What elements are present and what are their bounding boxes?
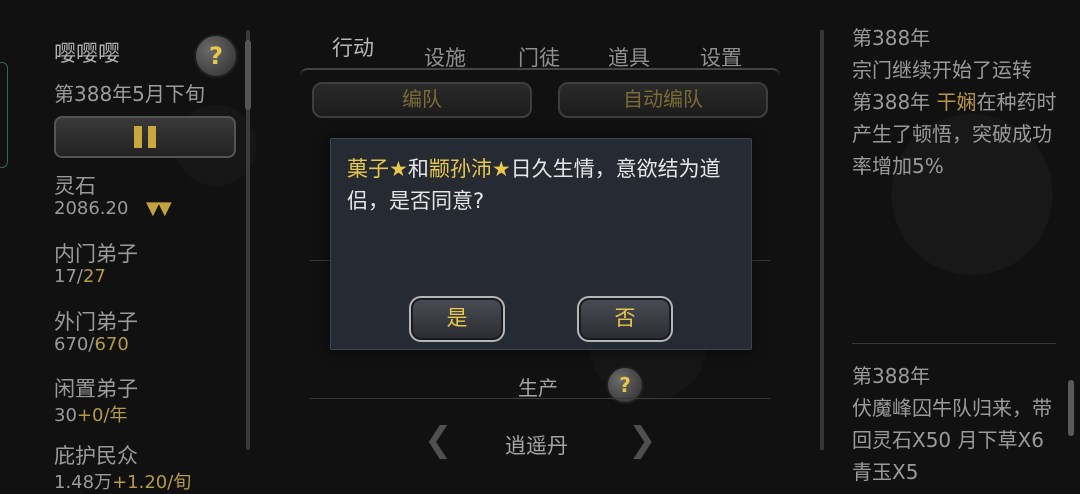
no-button[interactable]: 否 xyxy=(577,296,673,342)
tab-items[interactable]: 道具 xyxy=(608,42,650,72)
help-icon[interactable]: ? xyxy=(194,34,238,78)
prev-arrow-icon[interactable]: ❮ xyxy=(424,420,453,460)
team-button[interactable]: 编队 xyxy=(312,82,532,118)
stat-value-sheltered-people: 1.48万+1.20/旬 xyxy=(54,472,192,493)
production-item-name: 逍遥丹 xyxy=(505,434,568,458)
dialog-message: 菓子★和颛孙沛★日久生情，意欲结为道侣，是否同意? xyxy=(347,157,721,213)
section-title-production: 生产 xyxy=(518,376,558,400)
stat-value-inner-disciples: 17/27 xyxy=(54,266,106,287)
stat-label-outer-disciples: 外门弟子 xyxy=(54,310,138,334)
tab-action[interactable]: 行动 xyxy=(332,32,374,62)
confirm-dialog: 菓子★和颛孙沛★日久生情，意欲结为道侣，是否同意? 是 否 xyxy=(330,138,752,350)
yes-button[interactable]: 是 xyxy=(409,296,505,342)
sect-name: 嘤嘤嘤 xyxy=(54,42,121,67)
stat-label-idle-disciples: 闲置弟子 xyxy=(54,377,138,401)
stat-value-outer-disciples: 670/670 xyxy=(54,334,129,355)
log-entry: 第388年 宗门继续开始了运转 第388年 干娴在种药时产生了顿悟，突破成功率增… xyxy=(852,26,1057,178)
stat-label-inner-disciples: 内门弟子 xyxy=(54,242,138,266)
left-status-panel: 嘤嘤嘤 ? 第388年5月下旬 灵石 2086.20 ▼▼ 内门弟子 17/27… xyxy=(0,0,260,493)
side-drawer-handle[interactable] xyxy=(0,62,8,168)
pause-icon xyxy=(134,126,158,148)
log-entry: 第388年 伏魔峰囚牛队归来，带回灵石X50 月下草X6 青玉X5 xyxy=(852,364,1052,484)
auto-team-button[interactable]: 自动编队 xyxy=(558,82,768,118)
right-scrollbar[interactable] xyxy=(820,30,824,450)
stat-value-spirit-stone: 2086.20 xyxy=(54,198,129,219)
stat-label-spirit-stone: 灵石 xyxy=(54,174,96,198)
log-divider xyxy=(852,343,1056,344)
tab-disciples[interactable]: 门徒 xyxy=(518,42,560,72)
divider xyxy=(310,398,770,399)
character-name-2: 颛孙沛★ xyxy=(428,157,511,181)
decrease-trend-icon: ▼▼ xyxy=(146,198,172,219)
pause-button[interactable] xyxy=(54,116,236,158)
tab-bar: 行动 设施 门徒 道具 设置 xyxy=(300,30,780,78)
log-scrollbar-thumb[interactable] xyxy=(1068,380,1074,436)
left-scrollbar-thumb[interactable] xyxy=(245,40,251,110)
stat-label-sheltered-people: 庇护民众 xyxy=(54,444,138,468)
next-arrow-icon[interactable]: ❯ xyxy=(628,420,657,460)
character-name-1: 菓子★ xyxy=(347,157,408,181)
tab-facilities[interactable]: 设施 xyxy=(424,42,466,72)
tab-settings[interactable]: 设置 xyxy=(700,42,742,72)
stat-value-idle-disciples: 30+0/年 xyxy=(54,405,128,426)
game-date: 第388年5月下旬 xyxy=(54,82,205,106)
